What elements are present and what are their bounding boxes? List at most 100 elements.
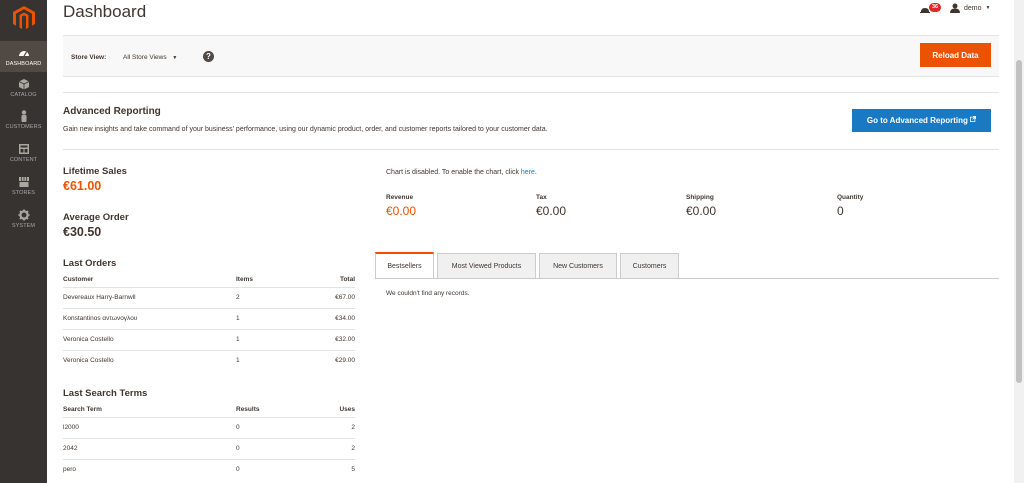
last-orders-title: Last Orders (63, 258, 117, 269)
divider (63, 92, 999, 93)
average-order-value: €30.50 (63, 225, 102, 239)
store-view-selected: All Store Views (123, 54, 167, 61)
go-to-advanced-reporting-button[interactable]: Go to Advanced Reporting (852, 109, 991, 132)
empty-records-message: We couldn't find any records. (386, 290, 470, 297)
table-header: Customer Items Total (63, 274, 355, 287)
tab-new-customers[interactable]: New Customers (539, 253, 617, 278)
results-cell: 0 (236, 445, 240, 452)
total-label: Quantity (837, 194, 864, 201)
button-label: Go to Advanced Reporting (866, 116, 968, 125)
table-row[interactable]: l2000 0 2 (63, 417, 355, 438)
gear-icon (18, 209, 29, 221)
table-row[interactable]: Konstantinos αντωνογλου 1 €34.00 (63, 308, 355, 329)
total-label: Revenue (386, 194, 414, 201)
store-view-label: Store View: (71, 54, 107, 61)
dashboard-icon (18, 51, 29, 57)
items-cell: 1 (236, 336, 240, 343)
last-orders-table: Customer Items Total Devereaux Harry-Bar… (63, 274, 355, 371)
chevron-down-icon: ▼ (172, 55, 178, 61)
user-menu[interactable]: demo ▼ (950, 3, 990, 13)
last-search-terms-title: Last Search Terms (63, 388, 148, 399)
store-view-select[interactable]: All Store Views ▼ (123, 54, 177, 61)
enable-chart-link[interactable]: here (521, 169, 535, 176)
column-header: Uses (339, 406, 355, 413)
table-row[interactable]: 2042 0 2 (63, 438, 355, 459)
sidebar-item-content[interactable]: CONTENT (0, 143, 47, 174)
total-value: 0 (837, 204, 844, 218)
store-icon (18, 177, 29, 187)
total-value: €0.00 (536, 204, 567, 218)
sidebar-item-system[interactable]: SYSTEM (0, 209, 47, 240)
sidebar-item-label: DASHBOARD (5, 61, 42, 67)
totals-quantity: Quantity 0 (837, 194, 863, 218)
tab-most-viewed-products[interactable]: Most Viewed Products (437, 253, 536, 278)
sidebar-item-stores[interactable]: STORES (0, 176, 47, 207)
divider (63, 149, 999, 150)
tab-customers[interactable]: Customers (620, 253, 679, 278)
total-label: Shipping (686, 194, 714, 201)
results-cell: 0 (236, 424, 240, 431)
column-header: Customer (63, 276, 94, 283)
column-header: Items (236, 276, 253, 283)
column-header: Search Term (63, 406, 102, 413)
items-cell: 1 (236, 357, 240, 364)
chevron-down-icon: ▼ (985, 5, 991, 11)
punctuation: . (534, 169, 537, 176)
sidebar-item-label: CUSTOMERS (5, 124, 42, 130)
total-cell: €34.00 (335, 315, 355, 322)
average-order-label: Average Order (63, 212, 129, 223)
person-icon (21, 110, 26, 122)
column-header: Results (236, 406, 260, 413)
column-header: Total (339, 276, 355, 283)
total-value: €0.00 (386, 204, 417, 218)
total-cell: €32.00 (335, 336, 355, 343)
advanced-reporting-title: Advanced Reporting (63, 106, 161, 117)
user-icon (950, 3, 960, 13)
page-scrollbar[interactable] (1014, 0, 1024, 483)
table-row[interactable]: pero 0 5 (63, 459, 355, 480)
sidebar-item-customers[interactable]: CUSTOMERS (0, 110, 47, 141)
totals-revenue: Revenue €0.00 (386, 194, 416, 218)
sidebar-item-label: CATALOG (10, 92, 37, 98)
external-link-icon (970, 116, 977, 122)
layout-icon (18, 144, 29, 154)
table-row[interactable]: Devereaux Harry-Barnwll 2 €67.00 (63, 287, 355, 308)
sidebar-item-dashboard[interactable]: DASHBOARD (0, 41, 47, 72)
customer-cell: Veronica Costello (63, 336, 114, 343)
uses-cell: 2 (351, 424, 355, 431)
uses-cell: 5 (351, 466, 355, 473)
sidebar-item-label: CONTENT (9, 157, 38, 163)
reload-data-button[interactable]: Reload Data (920, 43, 991, 67)
table-row[interactable]: Veronica Costello 1 €32.00 (63, 329, 355, 350)
store-view-bar: Store View: All Store Views ▼ ? (63, 35, 999, 77)
chart-disabled-text: Chart is disabled. To enable the chart, … (386, 169, 519, 176)
lifetime-sales-label: Lifetime Sales (63, 166, 127, 177)
total-label: Tax (536, 194, 547, 201)
customer-cell: Devereaux Harry-Barnwll (63, 294, 136, 301)
magento-logo-icon[interactable] (13, 6, 35, 30)
notification-count-badge[interactable]: 36 (929, 3, 942, 12)
items-cell: 2 (236, 294, 240, 301)
table-row[interactable]: Veronica Costello 1 €29.00 (63, 350, 355, 371)
admin-sidebar: DASHBOARD CATALOG CUSTOMERS CONTENT STOR… (0, 0, 47, 483)
results-cell: 0 (236, 466, 240, 473)
sidebar-item-label: SYSTEM (11, 223, 36, 229)
customer-cell: Konstantinos αντωνογλου (63, 315, 138, 322)
help-icon[interactable]: ? (203, 51, 214, 62)
last-search-terms-table: Search Term Results Uses l2000 0 2 2042 … (63, 404, 355, 480)
page-title: Dashboard (63, 2, 147, 21)
tab-bestsellers[interactable]: Bestsellers (375, 252, 434, 279)
table-header: Search Term Results Uses (63, 404, 355, 417)
tabs-underline (375, 278, 999, 279)
total-cell: €67.00 (335, 294, 355, 301)
chart-disabled-message: Chart is disabled. To enable the chart, … (386, 169, 537, 176)
search-term-cell: pero (63, 466, 77, 473)
search-term-cell: l2000 (63, 424, 79, 431)
customer-cell: Veronica Costello (63, 357, 114, 364)
box-icon (18, 79, 29, 90)
sidebar-item-label: STORES (11, 190, 36, 196)
user-name: demo (964, 4, 982, 12)
sidebar-item-catalog[interactable]: CATALOG (0, 78, 47, 109)
scrollbar-thumb[interactable] (1016, 60, 1022, 383)
lifetime-sales-value: €61.00 (63, 179, 102, 193)
